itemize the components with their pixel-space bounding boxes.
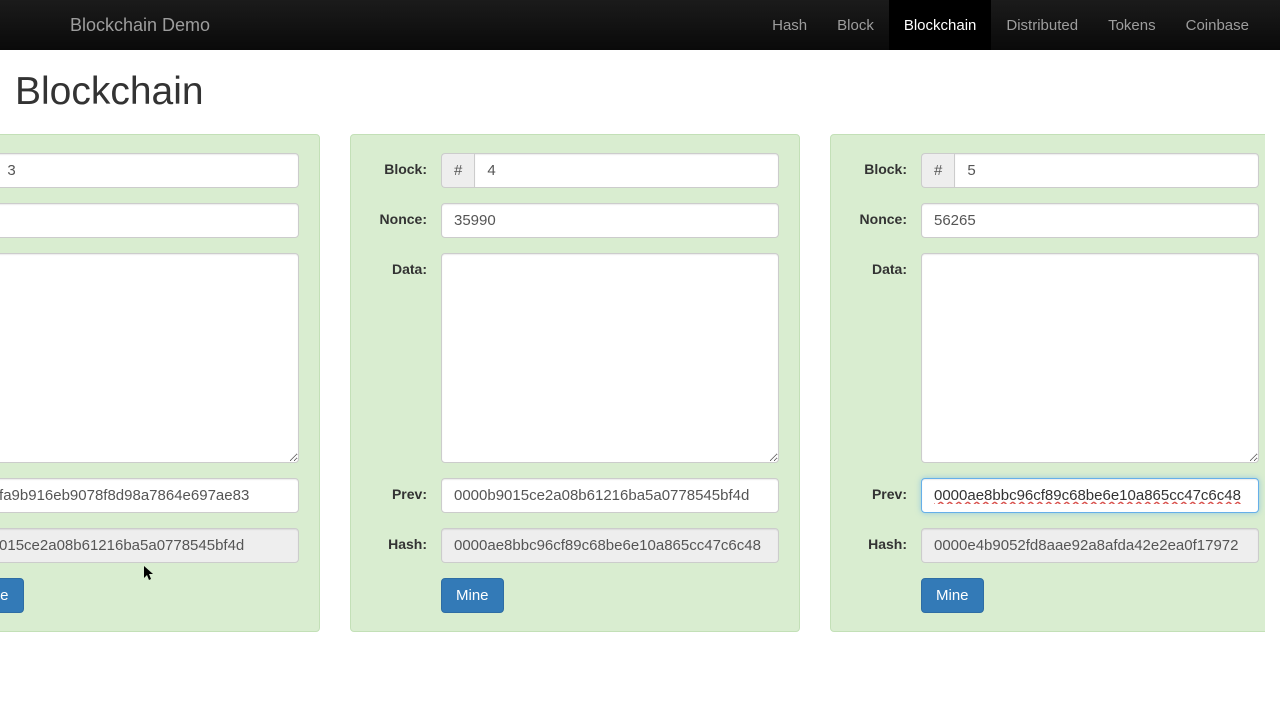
prev-hash-input[interactable] [921, 478, 1259, 513]
field-label: Data: [371, 253, 441, 277]
field-label: Nonce: [371, 203, 441, 227]
field-label: Hash: [851, 528, 921, 552]
block-number-input[interactable] [954, 153, 1259, 188]
nav-item-distributed[interactable]: Distributed [991, 0, 1093, 50]
hash-output [0, 528, 299, 563]
field-label: Nonce: [851, 203, 921, 227]
hash-output [921, 528, 1259, 563]
field-label: Prev: [851, 478, 921, 502]
field-label-empty [371, 578, 441, 586]
navbar: Blockchain Demo HashBlockBlockchainDistr… [0, 0, 1280, 50]
navbar-brand[interactable]: Blockchain Demo [70, 15, 210, 36]
prev-hash-input[interactable] [441, 478, 779, 513]
nav-item-block[interactable]: Block [822, 0, 889, 50]
nav-item-blockchain[interactable]: Blockchain [889, 0, 992, 50]
nonce-input[interactable] [921, 203, 1259, 238]
data-textarea[interactable] [0, 253, 299, 463]
field-label-empty [851, 578, 921, 586]
nonce-input[interactable] [441, 203, 779, 238]
block-card: Block:#Nonce: Data: Prev: Hash: Mine [830, 134, 1265, 632]
block-card: Block:#Nonce:Data:Prev:Hash:Mine [0, 134, 320, 632]
field-label: Block: [851, 153, 921, 177]
page-title: Blockchain [15, 70, 1265, 114]
field-label: Hash: [371, 528, 441, 552]
nonce-input[interactable] [0, 203, 299, 238]
page-body: Blockchain Block:#Nonce:Data:Prev:Hash:M… [0, 50, 1280, 662]
field-label: Prev: [371, 478, 441, 502]
nav-item-coinbase[interactable]: Coinbase [1171, 0, 1264, 50]
data-textarea[interactable] [921, 253, 1259, 463]
hash-output [441, 528, 779, 563]
mine-button[interactable]: Mine [441, 578, 504, 613]
field-label: Block: [371, 153, 441, 177]
block-number-input[interactable] [474, 153, 779, 188]
mine-button[interactable]: Mine [0, 578, 24, 613]
hash-symbol-addon: # [441, 153, 474, 188]
prev-hash-input[interactable] [0, 478, 299, 513]
data-textarea[interactable] [441, 253, 779, 463]
blockchain-strip[interactable]: Block:#Nonce:Data:Prev:Hash:MineBlock:#N… [0, 134, 1265, 647]
hash-symbol-addon: # [921, 153, 954, 188]
field-label: Data: [851, 253, 921, 277]
block-card: Block:#Nonce: Data: Prev: Hash: Mine [350, 134, 800, 632]
nav-item-hash[interactable]: Hash [757, 0, 822, 50]
navbar-nav: HashBlockBlockchainDistributedTokensCoin… [757, 0, 1264, 50]
nav-item-tokens[interactable]: Tokens [1093, 0, 1171, 50]
mine-button[interactable]: Mine [921, 578, 984, 613]
block-number-input[interactable] [0, 153, 299, 188]
